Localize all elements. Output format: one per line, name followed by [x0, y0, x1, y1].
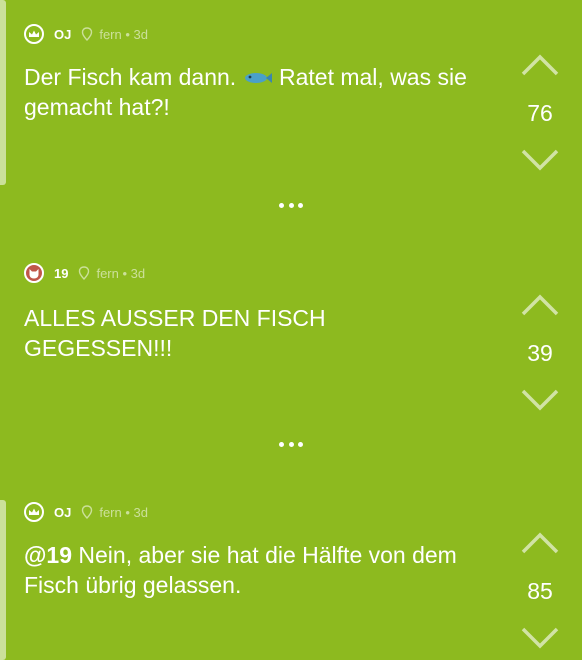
- location-pin-icon: [82, 27, 93, 41]
- downvote-chevron-icon[interactable]: [520, 387, 560, 413]
- vote-score: 39: [527, 340, 553, 366]
- post: OJ fern • 3d Der Fisch kam dann. Ratet m…: [0, 0, 582, 190]
- post: OJ fern • 3d @19 Nein, aber sie hat die …: [0, 490, 582, 660]
- downvote-chevron-icon[interactable]: [520, 147, 560, 173]
- more-options-button[interactable]: [279, 440, 303, 448]
- vote-widget: 76: [518, 52, 562, 173]
- upvote-chevron-icon[interactable]: [520, 292, 560, 318]
- location-pin-icon: [82, 505, 93, 519]
- vote-widget: 39: [518, 292, 562, 413]
- location-time: fern • 3d: [99, 504, 148, 520]
- crown-icon[interactable]: [24, 24, 44, 44]
- vote-score: 85: [527, 578, 553, 604]
- op-indicator-bar: [0, 500, 6, 660]
- op-indicator-bar: [0, 0, 6, 185]
- author-name[interactable]: OJ: [54, 27, 71, 42]
- post-meta: OJ fern • 3d: [24, 22, 148, 46]
- vote-score: 76: [527, 100, 553, 126]
- user-mention[interactable]: @19: [24, 542, 72, 568]
- upvote-chevron-icon[interactable]: [520, 52, 560, 78]
- fish-icon: [244, 73, 272, 83]
- post-text: @19 Nein, aber sie hat die Hälfte von de…: [24, 542, 457, 598]
- location-time: fern • 3d: [99, 26, 148, 42]
- upvote-chevron-icon[interactable]: [520, 530, 560, 556]
- post: 19 fern • 3d ALLES AUSSER DEN FISCH GEGE…: [0, 240, 582, 440]
- post-text: Der Fisch kam dann. Ratet mal, was sie g…: [24, 64, 467, 120]
- post-text: ALLES AUSSER DEN FISCH GEGESSEN!!!: [24, 305, 326, 361]
- location-pin-icon: [79, 266, 90, 280]
- author-name[interactable]: 19: [54, 266, 68, 281]
- post-meta: OJ fern • 3d: [24, 500, 148, 524]
- cat-face-icon[interactable]: [24, 263, 44, 283]
- location-time: fern • 3d: [96, 265, 146, 281]
- more-options-button[interactable]: [279, 201, 303, 209]
- author-name[interactable]: OJ: [54, 505, 71, 520]
- post-meta: 19 fern • 3d: [24, 261, 145, 285]
- vote-widget: 85: [518, 530, 562, 651]
- downvote-chevron-icon[interactable]: [520, 625, 560, 651]
- crown-icon[interactable]: [24, 502, 44, 522]
